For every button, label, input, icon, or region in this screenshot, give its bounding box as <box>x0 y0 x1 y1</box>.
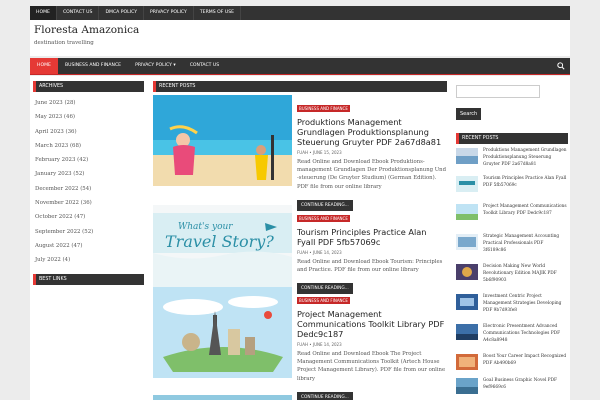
recent-post-thumbnail[interactable] <box>456 378 478 394</box>
archive-link[interactable]: May 2023 (46) <box>35 110 144 124</box>
archive-list: June 2023 (28) May 2023 (46) April 2023 … <box>33 96 144 268</box>
recent-post-thumbnail[interactable] <box>456 354 478 370</box>
nav-item-home[interactable]: HOME <box>30 58 58 74</box>
post-date: JUNE 15, 2023 <box>312 150 342 155</box>
recent-post-thumbnail[interactable] <box>456 264 478 280</box>
recent-post-title[interactable]: Tourism Principles Practice Alan Fyall P… <box>483 176 567 190</box>
archive-link[interactable]: July 2022 (4) <box>35 253 144 267</box>
archive-link[interactable]: February 2023 (42) <box>35 153 144 167</box>
recent-post-title[interactable]: Decision Making New World Revolutionary … <box>483 264 567 284</box>
post-author[interactable]: FUAH <box>297 250 308 255</box>
recent-post-title[interactable]: Strategic Management Accounting Practica… <box>483 234 567 254</box>
recent-post-title[interactable]: Electronic Presentment Advanced Communic… <box>483 324 567 344</box>
post-excerpt: Read Online and Download Ebook The Proje… <box>297 351 446 382</box>
recent-post-thumbnail[interactable] <box>456 294 478 310</box>
post-body: BUSINESS AND FINANCE Tourism Principles … <box>297 205 447 295</box>
best-links-title: BEST LINKS <box>33 273 144 285</box>
top-link-contact-us[interactable]: CONTACT US <box>57 6 100 20</box>
right-sidebar: Search RECENT POSTS Produktions Manageme… <box>456 81 568 394</box>
post-meta: FUAH • JUNE 14, 2023 <box>297 342 447 347</box>
site-title[interactable]: Floresta Amazonica <box>34 24 139 36</box>
category-badge[interactable]: BUSINESS AND FINANCE <box>297 105 350 112</box>
main-nav: HOME BUSINESS AND FINANCE PRIVACY POLICY… <box>30 58 570 75</box>
archive-link[interactable]: June 2023 (28) <box>35 96 144 110</box>
recent-post-thumbnail[interactable] <box>456 234 478 250</box>
nav-item-business-and-finance[interactable]: BUSINESS AND FINANCE <box>58 58 128 74</box>
recent-post-thumbnail[interactable] <box>456 204 478 220</box>
svg-text:What's your: What's your <box>178 222 233 232</box>
continue-reading-button[interactable]: CONTINUE READING... <box>297 391 353 400</box>
post-title[interactable]: Tourism Principles Practice Alan Fyall P… <box>297 227 447 247</box>
category-badge[interactable]: BUSINESS AND FINANCE <box>297 215 350 222</box>
svg-text:Travel Story?: Travel Story? <box>165 232 274 251</box>
top-link-privacy-policy[interactable]: PRIVACY POLICY <box>144 6 194 20</box>
post-date: JUNE 14, 2023 <box>312 342 342 347</box>
post-date: JUNE 14, 2023 <box>312 250 342 255</box>
site-header: Floresta Amazonica destination travellin… <box>30 20 570 56</box>
recent-posts-title: RECENT POSTS <box>153 81 447 92</box>
archive-link[interactable]: November 2022 (36) <box>35 196 144 210</box>
post-excerpt: Read Online and Download Ebook Tourism: … <box>297 259 443 274</box>
archive-link[interactable]: April 2023 (36) <box>35 125 144 139</box>
archive-link[interactable]: August 2022 (47) <box>35 239 144 253</box>
recent-post-title[interactable]: Boost Your Career Impact Recognized PDF … <box>483 354 567 368</box>
post-body: BUSINESS AND FINANCE Produktions Managem… <box>297 95 447 211</box>
nav-item-privacy-policy[interactable]: PRIVACY POLICY ▾ <box>128 58 183 74</box>
search-icon[interactable] <box>557 62 565 70</box>
post-title[interactable]: Produktions Management Grundlagen Produk… <box>297 117 447 147</box>
recent-post-thumbnail[interactable] <box>456 176 478 192</box>
archive-link[interactable]: October 2022 (47) <box>35 210 144 224</box>
recent-post-thumbnail[interactable] <box>456 324 478 340</box>
recent-posts-title: RECENT POSTS <box>456 133 568 144</box>
top-bar: HOME CONTACT US DMCA POLICY PRIVACY POLI… <box>30 6 570 20</box>
recent-post-title[interactable]: Produktions Management Grundlagen Produk… <box>483 148 567 168</box>
recent-post-thumbnail[interactable] <box>456 148 478 164</box>
archive-link[interactable]: March 2023 (68) <box>35 139 144 153</box>
post-excerpt: Read Online and Download Ebook Produktio… <box>297 159 446 190</box>
main-column: RECENT POSTS BUSINESS AND FINANCE Produk… <box>153 81 447 400</box>
post-author[interactable]: FUAH <box>297 342 308 347</box>
post-meta: FUAH • JUNE 14, 2023 <box>297 250 447 255</box>
archive-link[interactable]: January 2023 (52) <box>35 167 144 181</box>
post-thumbnail[interactable]: What's your Travel Story? <box>153 205 292 296</box>
archive-link[interactable]: December 2022 (54) <box>35 182 144 196</box>
post-thumbnail[interactable] <box>153 95 292 186</box>
top-link-dmca-policy[interactable]: DMCA POLICY <box>99 6 145 20</box>
search-input[interactable] <box>456 85 540 98</box>
left-sidebar: ARCHIVES June 2023 (28) May 2023 (46) Ap… <box>33 81 144 289</box>
top-link-home[interactable]: HOME <box>30 6 57 20</box>
archive-link[interactable]: September 2022 (52) <box>35 225 144 239</box>
recent-post-title[interactable]: Project Management Communications Toolki… <box>483 204 567 218</box>
post-thumbnail[interactable] <box>153 287 292 378</box>
post-author[interactable]: FUAH <box>297 150 308 155</box>
archives-title: ARCHIVES <box>33 81 144 92</box>
post-title[interactable]: Project Management Communications Toolki… <box>297 309 447 339</box>
recent-post-title[interactable]: Investment Centric Project Management St… <box>483 294 567 314</box>
site-description: destination travelling <box>34 40 94 46</box>
search-button[interactable]: Search <box>456 108 482 120</box>
category-badge[interactable]: BUSINESS AND FINANCE <box>297 297 350 304</box>
top-link-terms-of-use[interactable]: TERMS OF USE <box>194 6 242 20</box>
recent-post-title[interactable]: Goal Business Graphic Novel PDF 9ef9669c… <box>483 378 567 392</box>
post-meta: FUAH • JUNE 15, 2023 <box>297 150 447 155</box>
post-body: BUSINESS AND FINANCE Project Management … <box>297 287 447 400</box>
nav-item-contact-us[interactable]: CONTACT US <box>183 58 227 74</box>
post-thumbnail[interactable] <box>153 395 292 400</box>
